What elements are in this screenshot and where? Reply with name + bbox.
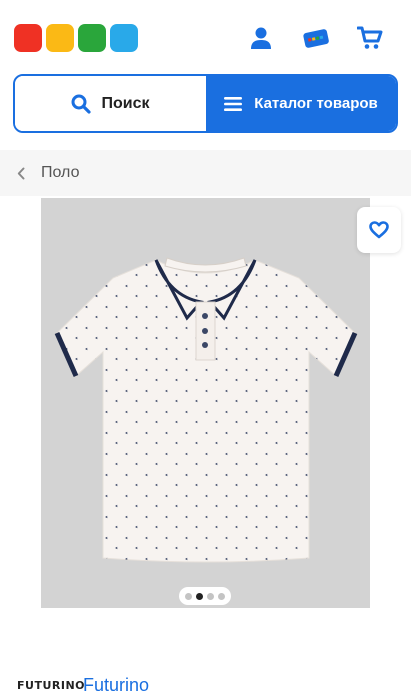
catalog-button[interactable]: Каталог товаров bbox=[206, 76, 396, 131]
chevron-left-icon bbox=[17, 167, 25, 179]
polo-shirt-image bbox=[54, 257, 358, 563]
loyalty-card-icon[interactable] bbox=[301, 24, 331, 52]
add-to-favorites-button[interactable] bbox=[357, 207, 401, 253]
header bbox=[0, 0, 411, 70]
search-button[interactable]: Поиск bbox=[15, 76, 206, 131]
catalog-label: Каталог товаров bbox=[254, 95, 378, 112]
gallery-dot[interactable] bbox=[185, 592, 192, 600]
product-image[interactable] bbox=[41, 198, 370, 608]
search-catalog-bar: Поиск Каталог товаров bbox=[13, 74, 398, 133]
store-logo[interactable] bbox=[14, 24, 138, 54]
gallery-dot-active[interactable] bbox=[196, 592, 203, 600]
logo-square-red bbox=[14, 24, 42, 52]
gallery-pagination bbox=[179, 587, 231, 605]
menu-icon bbox=[224, 96, 243, 111]
search-icon bbox=[71, 94, 92, 114]
breadcrumb-back[interactable]: Поло bbox=[0, 150, 411, 196]
brand-logo: FUTURINO bbox=[17, 679, 86, 692]
brand-link[interactable]: Futurino bbox=[83, 675, 149, 696]
gallery-dot[interactable] bbox=[207, 592, 214, 600]
gallery-dot[interactable] bbox=[218, 592, 225, 600]
cart-icon[interactable] bbox=[357, 24, 383, 52]
heart-icon bbox=[369, 221, 389, 239]
logo-square-yellow bbox=[46, 24, 74, 52]
breadcrumb-label: Поло bbox=[41, 164, 80, 181]
logo-square-blue bbox=[110, 24, 138, 52]
user-icon[interactable] bbox=[249, 24, 273, 52]
search-label: Поиск bbox=[101, 94, 150, 112]
logo-square-green bbox=[78, 24, 106, 52]
